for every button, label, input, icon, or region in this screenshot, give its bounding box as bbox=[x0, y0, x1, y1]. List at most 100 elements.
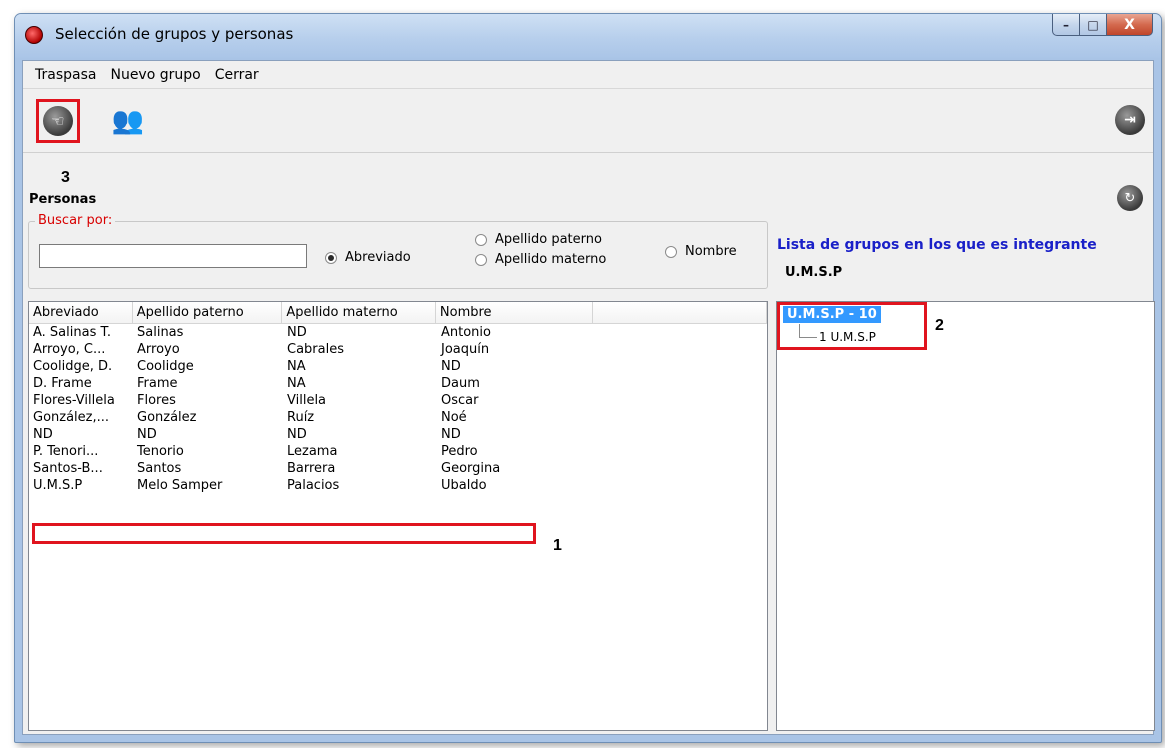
app-window: Selección de grupos y personas – □ X Tra… bbox=[14, 13, 1162, 743]
radio-abreviado[interactable]: Abreviado bbox=[325, 250, 411, 265]
close-button[interactable]: X bbox=[1107, 14, 1153, 36]
table-row[interactable]: Arroyo, C... Arroyo Cabrales Joaquín bbox=[29, 341, 767, 358]
col-empty[interactable] bbox=[593, 302, 768, 323]
table-cell: Georgina bbox=[441, 461, 501, 476]
table-cell: Santos-B... bbox=[33, 461, 103, 476]
table-cell: ND bbox=[33, 427, 53, 442]
radio-dot bbox=[475, 233, 487, 246]
col-apellido-materno[interactable]: Apellido materno bbox=[282, 302, 436, 323]
table-cell: González,... bbox=[33, 410, 110, 425]
table-cell: Ruíz bbox=[287, 410, 315, 425]
table-cell: ND bbox=[287, 325, 307, 340]
refresh-icon[interactable]: ↻ bbox=[1117, 185, 1143, 211]
radio-label: Apellido paterno bbox=[495, 232, 602, 247]
table-cell: Palacios bbox=[287, 478, 340, 493]
people-icon: 👥 bbox=[111, 106, 144, 136]
col-abreviado[interactable]: Abreviado bbox=[29, 302, 133, 323]
radio-apellido-paterno[interactable]: Apellido paterno bbox=[475, 232, 602, 247]
radio-label: Abreviado bbox=[345, 250, 411, 265]
table-cell: Coolidge, D. bbox=[33, 359, 113, 374]
table-cell: Tenorio bbox=[137, 444, 184, 459]
table-row[interactable]: D. Frame Frame NA Daum bbox=[29, 375, 767, 392]
table-cell: Barrera bbox=[287, 461, 336, 476]
new-group-button[interactable]: 👥 bbox=[103, 99, 147, 143]
radio-nombre[interactable]: Nombre bbox=[665, 244, 737, 259]
table-cell: U.M.S.P bbox=[33, 478, 83, 493]
menu-traspasa[interactable]: Traspasa bbox=[35, 67, 96, 83]
list-header: Abreviado Apellido paterno Apellido mate… bbox=[29, 302, 768, 324]
maximize-button[interactable]: □ bbox=[1080, 14, 1107, 36]
menu-bar: Traspasa Nuevo grupo Cerrar bbox=[23, 61, 1153, 89]
groups-tree[interactable]: U.M.S.P - 10 1 U.M.S.P bbox=[776, 301, 1155, 731]
table-row[interactable]: A. Salinas T. Salinas ND Antonio bbox=[29, 324, 767, 341]
minimize-button[interactable]: – bbox=[1052, 14, 1080, 36]
table-cell: Cabrales bbox=[287, 342, 344, 357]
table-cell: Melo Samper bbox=[137, 478, 223, 493]
tree-child-node[interactable]: 1 U.M.S.P bbox=[819, 330, 876, 344]
personas-list[interactable]: Abreviado Apellido paterno Apellido mate… bbox=[28, 301, 768, 731]
search-input[interactable] bbox=[39, 244, 307, 268]
table-cell: ND bbox=[441, 427, 461, 442]
search-label: Buscar por: bbox=[35, 213, 116, 228]
table-row[interactable]: Santos-B... Santos Barrera Georgina bbox=[29, 460, 767, 477]
table-cell: Arroyo bbox=[137, 342, 180, 357]
table-cell: Salinas bbox=[137, 325, 184, 340]
menu-cerrar[interactable]: Cerrar bbox=[215, 67, 259, 83]
tree-connector bbox=[799, 324, 800, 338]
table-cell: ND bbox=[287, 427, 307, 442]
table-cell: Oscar bbox=[441, 393, 479, 408]
table-cell: Santos bbox=[137, 461, 182, 476]
radio-dot bbox=[325, 251, 337, 264]
table-cell: A. Salinas T. bbox=[33, 325, 112, 340]
table-cell: Lezama bbox=[287, 444, 338, 459]
callout-1-box bbox=[32, 523, 536, 544]
traspasa-button[interactable]: ☜ bbox=[36, 99, 80, 143]
tree-root-node[interactable]: U.M.S.P - 10 bbox=[783, 306, 881, 323]
table-cell: P. Tenori... bbox=[33, 444, 99, 459]
client-area: Traspasa Nuevo grupo Cerrar ☜ 👥 ⇥ 3 Pers… bbox=[22, 60, 1155, 735]
table-cell: Arroyo, C... bbox=[33, 342, 106, 357]
table-row[interactable]: Coolidge, D. Coolidge NA ND bbox=[29, 358, 767, 375]
menu-nuevo-grupo[interactable]: Nuevo grupo bbox=[110, 67, 200, 83]
table-cell: NA bbox=[287, 359, 306, 374]
table-row[interactable]: González,... González Ruíz Noé bbox=[29, 409, 767, 426]
col-apellido-paterno[interactable]: Apellido paterno bbox=[133, 302, 283, 323]
search-groupbox: Buscar por: Abreviado Apellido paterno A… bbox=[28, 213, 768, 289]
table-cell: ND bbox=[137, 427, 157, 442]
personas-label: Personas bbox=[29, 192, 97, 207]
list-body: A. Salinas T. Salinas ND Antonio Arroyo, C..… bbox=[29, 324, 767, 494]
window-title: Selección de grupos y personas bbox=[55, 25, 294, 43]
groups-value: U.M.S.P bbox=[785, 265, 843, 280]
table-cell: NA bbox=[287, 376, 306, 391]
callout-2: 2 bbox=[935, 317, 944, 334]
table-cell: D. Frame bbox=[33, 376, 92, 391]
table-cell: Antonio bbox=[441, 325, 491, 340]
radio-label: Nombre bbox=[685, 244, 737, 259]
table-row[interactable]: P. Tenori... Tenorio Lezama Pedro bbox=[29, 443, 767, 460]
table-cell: Joaquín bbox=[441, 342, 490, 357]
table-cell: Coolidge bbox=[137, 359, 194, 374]
table-cell: Daum bbox=[441, 376, 480, 391]
tree-connector bbox=[799, 337, 817, 338]
table-cell: Noé bbox=[441, 410, 467, 425]
exit-door-icon[interactable]: ⇥ bbox=[1115, 105, 1145, 135]
table-cell: ND bbox=[441, 359, 461, 374]
callout-1: 1 bbox=[553, 537, 562, 554]
title-bar[interactable]: Selección de grupos y personas – □ X bbox=[15, 14, 1161, 58]
table-row[interactable]: Flores-Villela Flores Villela Oscar bbox=[29, 392, 767, 409]
table-row[interactable]: U.M.S.P Melo Samper Palacios Ubaldo bbox=[29, 477, 767, 494]
callout-3: 3 bbox=[61, 169, 70, 186]
radio-dot bbox=[475, 253, 487, 266]
table-cell: Frame bbox=[137, 376, 178, 391]
col-nombre[interactable]: Nombre bbox=[436, 302, 594, 323]
ladybug-app-icon bbox=[25, 26, 43, 44]
toolbar: ☜ 👥 ⇥ bbox=[23, 91, 1153, 153]
pointing-hand-icon: ☜ bbox=[43, 106, 73, 136]
radio-apellido-materno[interactable]: Apellido materno bbox=[475, 252, 606, 267]
table-row[interactable]: ND ND ND ND bbox=[29, 426, 767, 443]
table-cell: Flores-Villela bbox=[33, 393, 115, 408]
table-cell: Ubaldo bbox=[441, 478, 487, 493]
table-cell: González bbox=[137, 410, 197, 425]
radio-label: Apellido materno bbox=[495, 252, 607, 267]
radio-dot bbox=[665, 245, 677, 258]
